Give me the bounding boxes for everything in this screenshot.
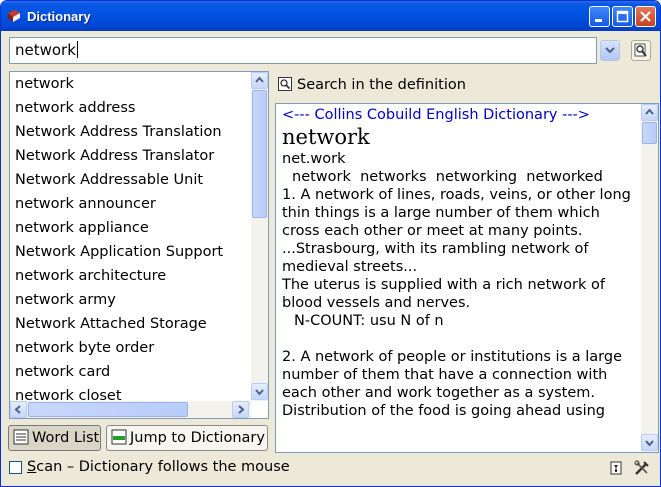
search-in-definition-toggle[interactable]: Search in the definition (278, 77, 466, 93)
window-title: Dictionary (27, 9, 91, 24)
arrow-right-icon (238, 405, 245, 414)
jump-to-dictionary-tab-label: Jump to Dictionary (130, 430, 265, 446)
word-forms: network networks networking networked (292, 169, 603, 185)
text-caret (76, 41, 78, 58)
list-item[interactable]: Network Address Translation (10, 120, 250, 144)
word-list-tab[interactable]: Word List (8, 425, 101, 451)
tools-icon[interactable] (633, 459, 651, 477)
scan-checkbox[interactable] (9, 461, 22, 474)
example-line: Distribution of the food is going ahead … (282, 403, 606, 419)
arrow-left-icon (14, 405, 21, 414)
list-item[interactable]: Network Address Translator (10, 144, 250, 168)
dictionary-source-label[interactable]: <--- Collins Cobuild English Dictionary … (282, 106, 640, 124)
scroll-down-button[interactable] (641, 434, 658, 451)
scroll-down-button[interactable] (251, 383, 268, 400)
grammar-note: N-COUNT: usu N of n (294, 313, 444, 329)
example-line: ...Strasbourg, with its rambling network… (282, 241, 589, 275)
scroll-thumb[interactable] (252, 90, 267, 218)
scan-popup-icon[interactable] (608, 459, 626, 477)
word-list-horizontal-scrollbar[interactable] (10, 401, 251, 418)
word-list-items: network network address Network Address … (10, 72, 250, 402)
word-list[interactable]: network network address Network Address … (9, 71, 269, 419)
list-item[interactable]: network announcer (10, 192, 250, 216)
word-list-tab-label: Word List (32, 430, 100, 446)
list-item[interactable]: network (10, 72, 250, 96)
search-definition-icon (278, 77, 292, 91)
close-button[interactable] (635, 6, 656, 27)
minimize-button[interactable] (589, 6, 610, 27)
sense-line: 1. A network of lines, roads, veins, or … (282, 187, 631, 239)
headword: network (282, 125, 370, 149)
maximize-icon (616, 10, 629, 23)
jump-to-dictionary-tab[interactable]: Jump to Dictionary (106, 425, 268, 451)
magnifier-page-icon (634, 43, 647, 57)
list-item[interactable]: Network Addressable Unit (10, 168, 250, 192)
sense-line: 2. A network of people or institutions i… (282, 349, 622, 401)
list-item[interactable]: network byte order (10, 336, 250, 360)
arrow-up-icon (645, 108, 654, 115)
search-in-definition-label: Search in the definition (297, 77, 466, 93)
scroll-thumb[interactable] (642, 122, 657, 144)
syllables: net.work (282, 151, 346, 167)
scan-popup-button[interactable] (631, 40, 651, 61)
word-list-icon (13, 429, 29, 445)
scan-label-accelerator: S (27, 459, 37, 475)
scroll-up-button[interactable] (641, 104, 658, 121)
history-dropdown-button[interactable] (600, 40, 620, 61)
list-item[interactable]: network address (10, 96, 250, 120)
chevron-down-icon (605, 47, 615, 54)
list-item[interactable]: network army (10, 288, 250, 312)
title-bar[interactable]: Dictionary (1, 1, 660, 31)
list-item[interactable]: network card (10, 360, 250, 384)
minimize-icon (595, 19, 602, 22)
arrow-down-icon (645, 440, 654, 447)
list-item[interactable]: network architecture (10, 264, 250, 288)
search-input[interactable]: network (9, 37, 597, 64)
scroll-up-button[interactable] (251, 72, 268, 89)
status-bar: Scan – Dictionary follows the mouse (1, 457, 660, 479)
definition-text: <--- Collins Cobuild English Dictionary … (282, 106, 640, 420)
scan-label-text: can – Dictionary follows the mouse (36, 459, 290, 475)
list-item[interactable]: network appliance (10, 216, 250, 240)
list-item[interactable]: Network Attached Storage (10, 312, 250, 336)
list-item[interactable]: Network Application Support (10, 240, 250, 264)
list-item[interactable]: network closet (10, 384, 250, 402)
scroll-right-button[interactable] (232, 401, 249, 418)
example-line: The uterus is supplied with a rich netwo… (282, 277, 605, 311)
scan-label[interactable]: Scan – Dictionary follows the mouse (27, 459, 290, 475)
close-icon (640, 11, 651, 22)
scroll-left-button[interactable] (10, 401, 27, 418)
arrow-down-icon (255, 389, 264, 396)
dictionary-app-icon (8, 10, 20, 22)
arrow-up-icon (255, 76, 264, 83)
definition-vertical-scrollbar[interactable] (641, 104, 658, 452)
maximize-button[interactable] (612, 6, 633, 27)
search-input-value: network (15, 41, 76, 59)
jump-to-dictionary-icon (111, 429, 127, 445)
definition-panel[interactable]: <--- Collins Cobuild English Dictionary … (275, 103, 659, 453)
dictionary-window: Dictionary network network network addre… (0, 0, 661, 487)
word-list-vertical-scrollbar[interactable] (251, 72, 268, 401)
scroll-thumb[interactable] (28, 402, 188, 417)
